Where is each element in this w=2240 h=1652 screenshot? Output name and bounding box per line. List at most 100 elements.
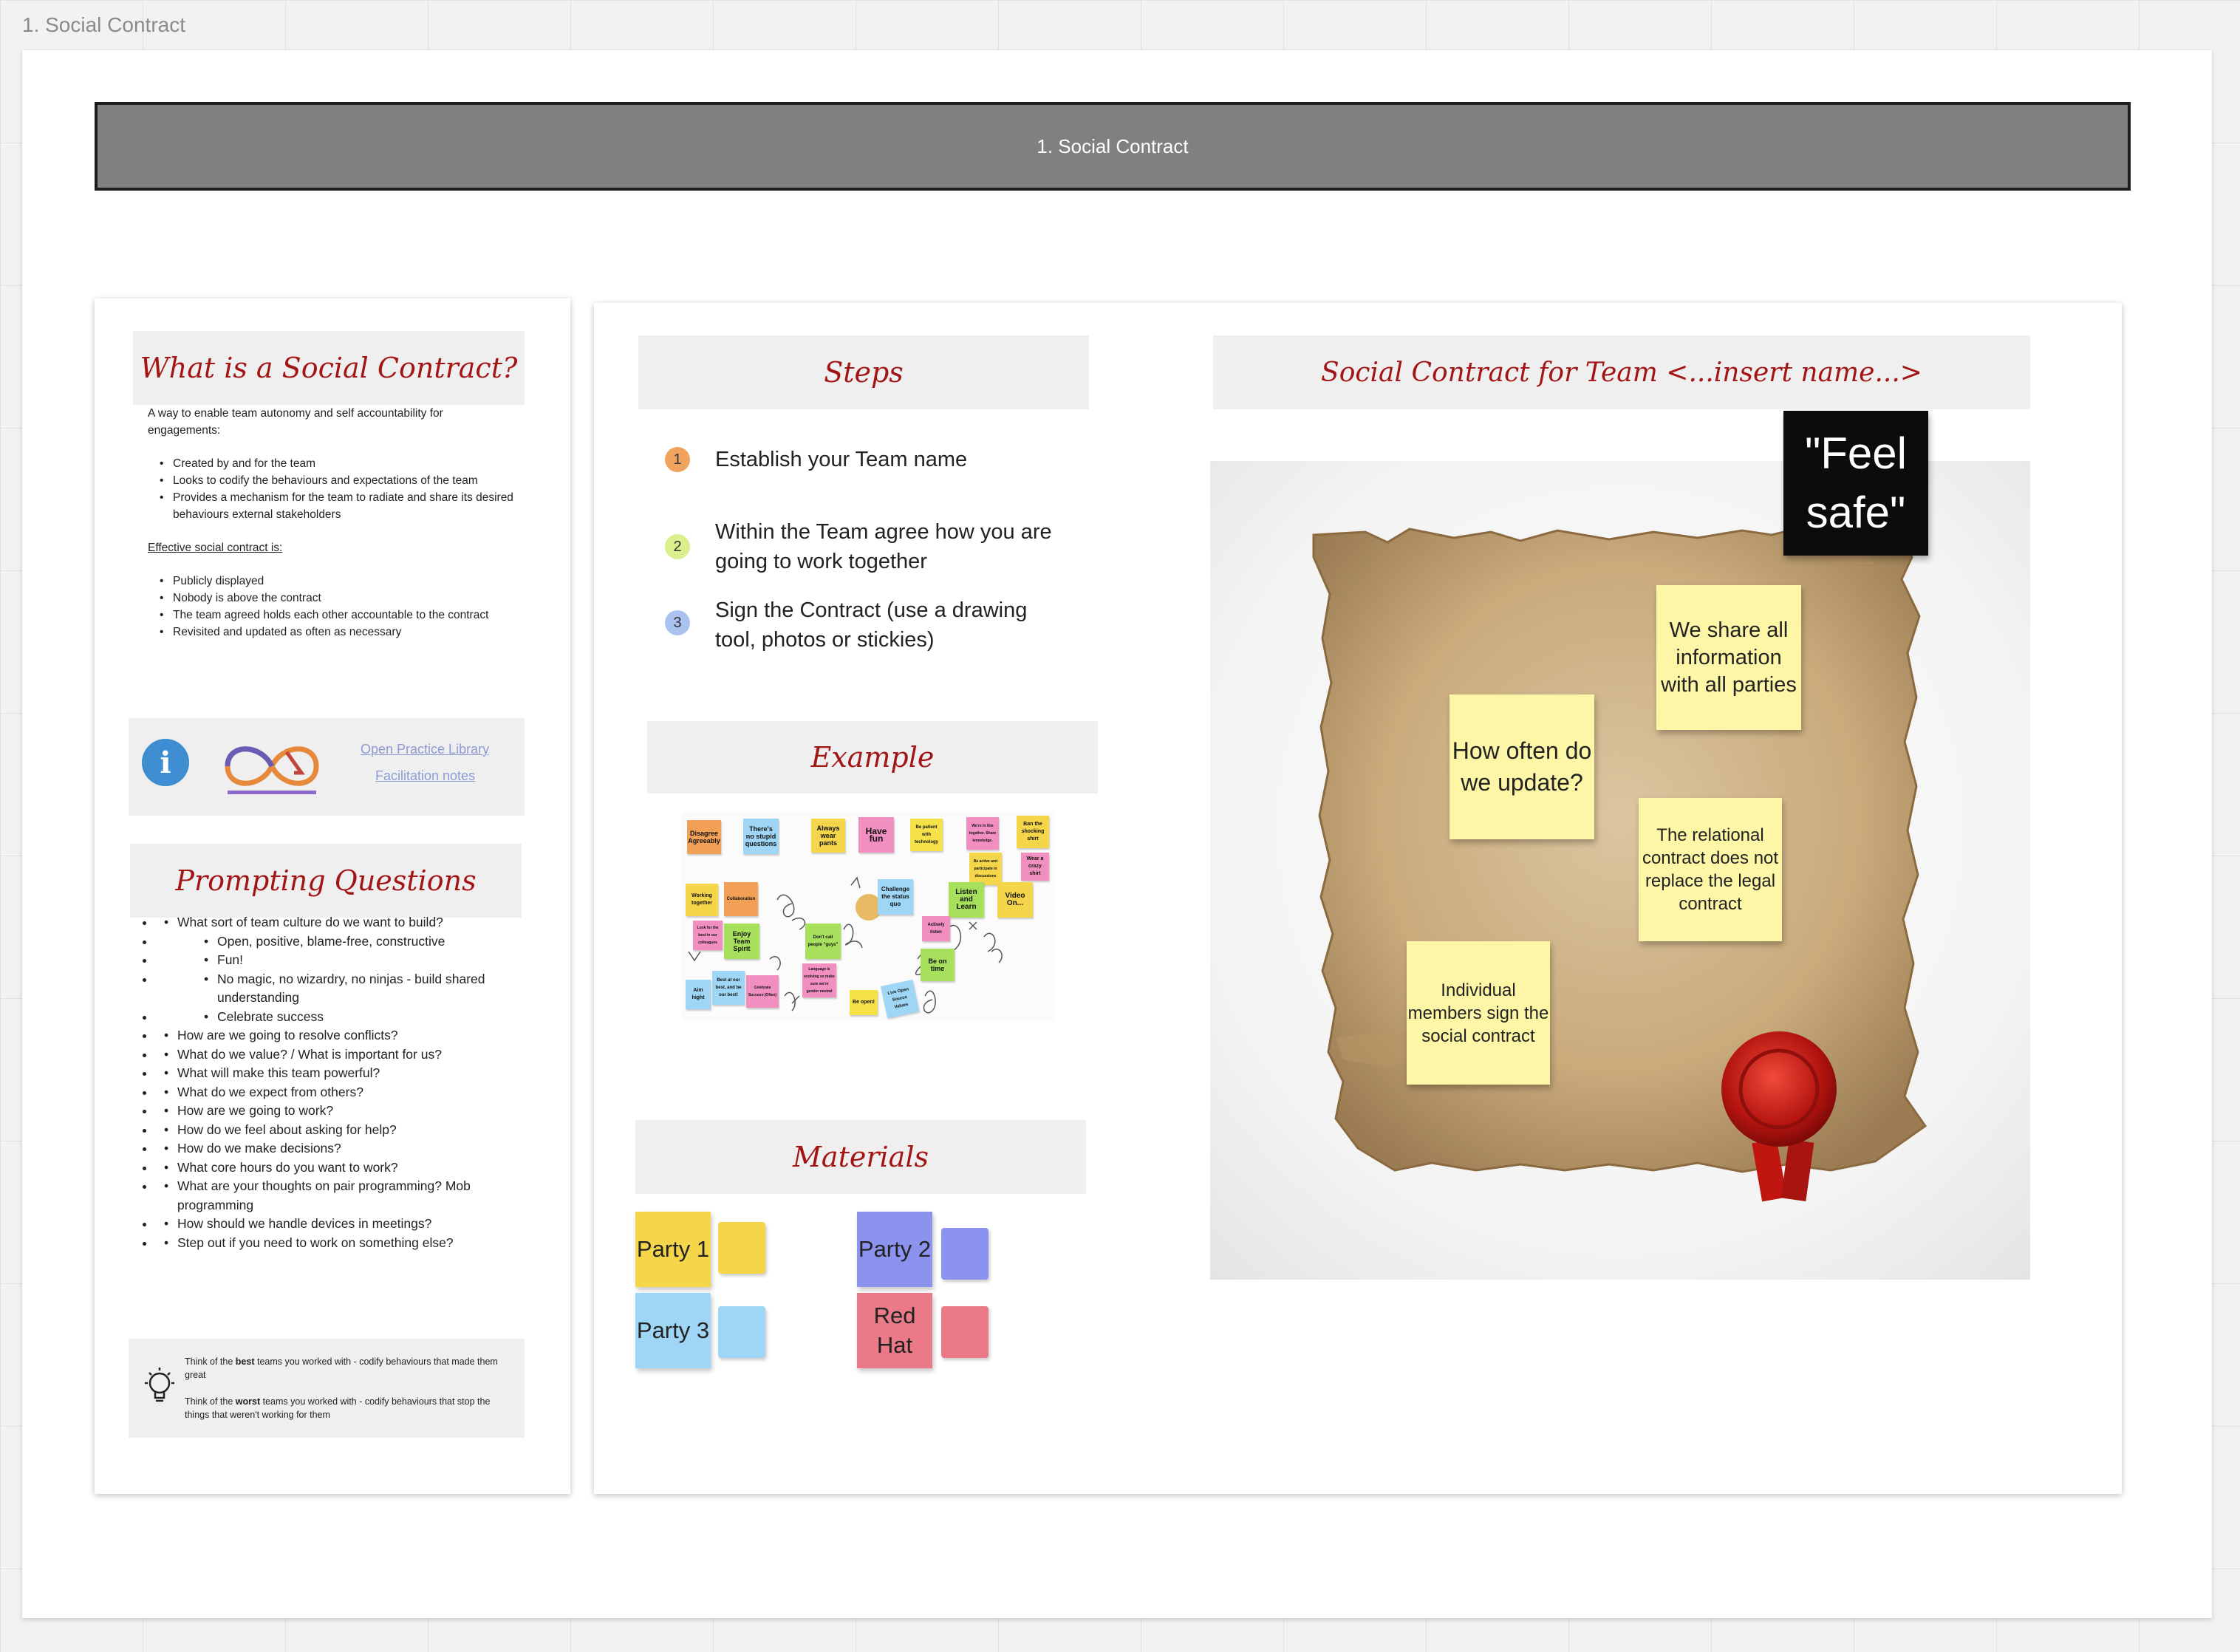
lightbulb-icon xyxy=(145,1368,174,1402)
list-item: Nobody is above the contract xyxy=(148,590,517,607)
contract-sticky-note[interactable]: How often do we update? xyxy=(1449,694,1594,839)
questions-list: What sort of team culture do we want to … xyxy=(155,913,525,1252)
example-sticky: There's no stupid questions xyxy=(743,819,779,854)
example-sticky: Be open! xyxy=(850,990,878,1015)
example-heading: Example xyxy=(810,741,935,774)
example-sticky: Live Open Source Values xyxy=(880,979,920,1019)
example-sticky: Be on time xyxy=(921,949,955,981)
example-sticky: Have fun xyxy=(858,817,894,853)
step-item: 3 Sign the Contract (use a drawing tool,… xyxy=(665,595,1064,655)
red-hat-sticky[interactable]: Red Hat xyxy=(857,1293,932,1368)
step-number: 1 xyxy=(665,447,690,472)
party-2-sticky[interactable]: Party 2 xyxy=(857,1212,932,1287)
tip-text: Think of the best teams you worked with … xyxy=(185,1355,517,1421)
list-item: The team agreed holds each other account… xyxy=(148,607,517,624)
open-practice-library-logo[interactable] xyxy=(213,734,331,798)
example-sticky: Disagree Agreeably xyxy=(687,820,721,854)
list-item: What are your thoughts on pair programmi… xyxy=(155,1177,525,1215)
what-is-heading-box[interactable]: What is a Social Contract? xyxy=(133,331,525,405)
red-hat-sticky-stack[interactable] xyxy=(941,1306,988,1358)
example-sticky: Enjoy Team Spirit xyxy=(724,924,759,959)
list-item: Celebrate success xyxy=(155,1008,525,1027)
contract-sticky-note[interactable]: Individual members sign the social contr… xyxy=(1407,941,1550,1085)
party-3-sticky-stack[interactable] xyxy=(718,1306,765,1358)
step-number: 3 xyxy=(665,610,690,635)
list-item: What will make this team powerful? xyxy=(155,1064,525,1083)
list-item: How do we make decisions? xyxy=(155,1139,525,1158)
example-sticky: Collaboration xyxy=(724,882,758,916)
info-box[interactable]: i Open Practice Library Facilitation not… xyxy=(129,718,525,816)
info-icon[interactable]: i xyxy=(142,739,189,786)
effective-label: Effective social contract is: xyxy=(148,542,283,554)
bullet-list: Created by and for the team Looks to cod… xyxy=(148,455,517,523)
example-sticky: Language is evolving so make sure we're … xyxy=(802,963,836,997)
what-is-text: A way to enable team autonomy and self a… xyxy=(148,405,517,641)
list-item: Step out if you need to work on somethin… xyxy=(155,1234,525,1253)
contract-sticky-note[interactable]: The relational contract does not replace… xyxy=(1639,798,1782,941)
example-sticky: Wear a crazy shirt xyxy=(1021,853,1049,881)
party-3-sticky[interactable]: Party 3 xyxy=(635,1293,711,1368)
contract-heading-box[interactable]: Social Contract for Team <...insert name… xyxy=(1213,335,2030,409)
list-item: What core hours do you want to work? xyxy=(155,1158,525,1178)
tip-box[interactable]: Think of the best teams you worked with … xyxy=(129,1339,525,1438)
party-2-sticky-stack[interactable] xyxy=(941,1228,988,1280)
example-sticky: Be patient with technology xyxy=(910,819,943,851)
materials-heading: Materials xyxy=(793,1141,929,1173)
note-text: How often do we update? xyxy=(1452,737,1592,796)
list-item: How are we going to resolve conflicts? xyxy=(155,1026,525,1045)
tip-best: Think of the best teams you worked with … xyxy=(185,1356,498,1380)
list-item: How do we feel about asking for help? xyxy=(155,1121,525,1140)
list-item: Created by and for the team xyxy=(148,455,517,472)
section-title-bar[interactable]: 1. Social Contract xyxy=(95,102,2131,191)
party-1-sticky[interactable]: Party 1 xyxy=(635,1212,711,1287)
step-text: Sign the Contract (use a drawing tool, p… xyxy=(715,598,1028,652)
open-practice-library-link[interactable]: Open Practice Library xyxy=(361,742,489,757)
facilitation-notes-link[interactable]: Facilitation notes xyxy=(375,768,475,784)
example-sticky: Video On... xyxy=(997,882,1033,918)
example-sticky: Listen and Learn xyxy=(949,882,984,918)
example-sticky: Actively listen xyxy=(922,916,950,941)
example-sticky: Working together xyxy=(686,884,718,916)
list-item: Open, positive, blame-free, constructive xyxy=(155,932,525,952)
example-sticky: Don't call people "guys" xyxy=(805,924,841,959)
list-item: What do we value? / What is important fo… xyxy=(155,1045,525,1065)
list-item: No magic, no wizardry, no ninjas - build… xyxy=(155,970,525,1008)
contract-sticky-note[interactable]: We share all information with all partie… xyxy=(1656,585,1801,730)
tip-worst: Think of the worst teams you worked with… xyxy=(185,1396,491,1420)
example-sticky: Always wear pants xyxy=(811,819,845,853)
feel-safe-note[interactable]: "Feel safe" xyxy=(1783,411,1928,556)
party-1-sticky-stack[interactable] xyxy=(718,1222,765,1274)
example-sticky: Challenge the status quo xyxy=(878,879,913,915)
prompting-heading: Prompting Questions xyxy=(175,864,477,897)
step-item: 2 Within the Team agree how you are goin… xyxy=(665,517,1064,576)
step-text: Within the Team agree how you are going … xyxy=(715,520,1052,573)
step-item: 1 Establish your Team name xyxy=(665,445,1064,474)
note-text: The relational contract does not replace… xyxy=(1642,825,1779,914)
step-text: Establish your Team name xyxy=(715,448,968,471)
example-sticky: Ban the shocking shirt xyxy=(1017,816,1049,848)
prompting-heading-box[interactable]: Prompting Questions xyxy=(130,844,522,918)
list-item: Provides a mechanism for the team to rad… xyxy=(148,489,517,523)
example-sticky: We're in this together. Share knowledge. xyxy=(966,817,999,850)
parchment-scroll xyxy=(1312,526,1927,1202)
section-title: 1. Social Contract xyxy=(1037,134,1189,157)
frame-label[interactable]: 1. Social Contract xyxy=(22,13,185,37)
effective-list: Publicly displayed Nobody is above the c… xyxy=(148,573,517,641)
example-sticky: Look for the best in our colleagues xyxy=(693,921,723,950)
list-item: Fun! xyxy=(155,951,525,970)
steps-heading-box[interactable]: Steps xyxy=(638,335,1089,409)
step-number: 2 xyxy=(665,534,690,559)
note-text: Individual members sign the social contr… xyxy=(1407,980,1549,1046)
steps-heading: Steps xyxy=(824,356,904,389)
list-item: Publicly displayed xyxy=(148,573,517,590)
example-sticky: Aim hight xyxy=(686,980,711,1009)
note-text: We share all information with all partie… xyxy=(1661,618,1797,697)
contract-image[interactable] xyxy=(1210,461,2030,1280)
what-is-heading: What is a Social Contract? xyxy=(140,352,518,384)
example-image[interactable]: Disagree Agreeably There's no stupid que… xyxy=(681,811,1055,1021)
list-item: How should we handle devices in meetings… xyxy=(155,1215,525,1234)
example-heading-box[interactable]: Example xyxy=(647,721,1098,793)
list-item: What do we expect from others? xyxy=(155,1083,525,1102)
materials-heading-box[interactable]: Materials xyxy=(635,1120,1086,1194)
intro-text: A way to enable team autonomy and self a… xyxy=(148,407,443,437)
